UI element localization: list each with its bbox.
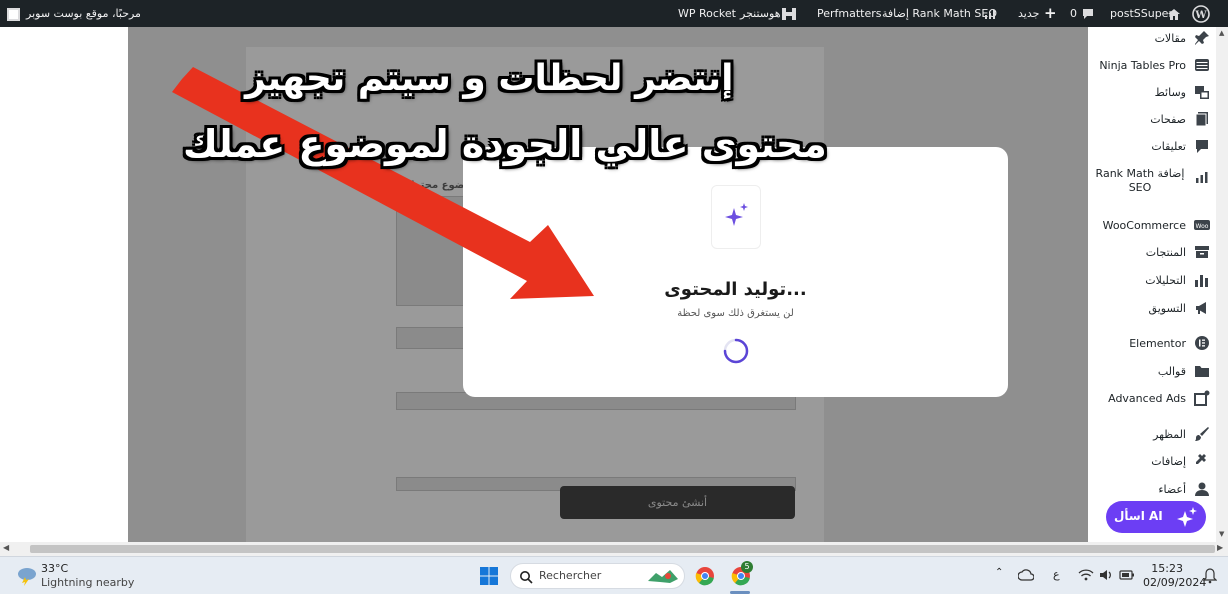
sidebar-item-analytics[interactable]: التحليلات (1088, 272, 1216, 290)
sidebar-item-products[interactable]: المنتجات (1088, 244, 1216, 262)
sidebar-item-label: قوالب (1157, 365, 1186, 378)
sidebar-item-label: Elementor (1129, 337, 1186, 350)
user-icon (1195, 482, 1209, 496)
svg-text:Woo: Woo (1196, 223, 1209, 230)
ask-ai-button[interactable]: اسأل AI (1106, 501, 1206, 533)
sidebar-item-label: أعضاء (1158, 483, 1186, 496)
elementor-icon (1195, 336, 1209, 350)
volume-icon[interactable] (1099, 569, 1115, 581)
sidebar-item-comments[interactable]: تعليقات (1088, 138, 1216, 156)
sidebar-item-posts[interactable]: مقالات (1088, 30, 1216, 48)
notification-bell-icon[interactable] (1203, 568, 1217, 584)
admin-sidebar: مقالات Ninja Tables Pro وسائط صفحات تعلي… (1088, 27, 1216, 542)
ads-icon (1194, 390, 1210, 406)
clock-date[interactable]: 02/09/2024 (1143, 576, 1206, 589)
vertical-scrollbar[interactable]: ▲ ▼ (1216, 27, 1228, 542)
taskbar-search-box[interactable]: Rechercher (510, 563, 685, 589)
sidebar-item-label: Advanced Ads (1108, 392, 1186, 405)
comment-icon (1196, 140, 1208, 153)
search-highlight-icon (648, 570, 678, 583)
sidebar-item-marketing[interactable]: التسويق (1088, 300, 1216, 318)
weather-temperature[interactable]: 33°C (41, 562, 68, 575)
horizontal-scroll-thumb[interactable] (30, 545, 1215, 553)
pin-icon (1195, 31, 1209, 45)
sidebar-item-label: إضافة Rank Math SEO (1095, 167, 1185, 194)
sidebar-item-label: WooCommerce (1102, 219, 1186, 232)
archive-icon (1195, 246, 1209, 258)
language-indicator[interactable]: ع (1053, 568, 1060, 581)
sparkle-icon (1177, 507, 1197, 527)
scroll-up-arrow-icon[interactable]: ▲ (1219, 29, 1224, 37)
chrome-badge: 5 (741, 561, 753, 573)
scroll-left-arrow-icon[interactable]: ◀ (3, 543, 9, 552)
overlay-caption-line1: إنتضر لحظات و سيتم تجهيز (245, 58, 734, 99)
chrome-icon[interactable] (695, 566, 715, 586)
sidebar-item-pages[interactable]: صفحات (1088, 111, 1216, 129)
sidebar-item-label: مقالات (1154, 32, 1186, 45)
sidebar-item-advanced-ads[interactable]: Advanced Ads (1088, 390, 1216, 408)
search-icon (520, 571, 533, 584)
media-icon (1195, 86, 1209, 99)
sidebar-item-media[interactable]: وسائط (1088, 84, 1216, 102)
sidebar-item-label: Ninja Tables Pro (1099, 59, 1186, 72)
weather-description[interactable]: Lightning nearby (41, 576, 134, 589)
onedrive-cloud-icon[interactable] (1018, 569, 1034, 581)
battery-icon[interactable] (1119, 569, 1135, 581)
sidebar-item-users[interactable]: أعضاء (1088, 481, 1216, 499)
plugin-icon (1196, 454, 1206, 464)
table-icon (1195, 59, 1209, 71)
overlay-caption-line2: محتوى عالي الجودة لموضوع عملك (183, 122, 827, 166)
sidebar-item-appearance[interactable]: المظهر (1088, 426, 1216, 444)
pages-icon (1195, 112, 1208, 127)
search-placeholder: Rechercher (539, 569, 602, 582)
scroll-right-arrow-icon[interactable]: ▶ (1217, 543, 1223, 552)
ask-ai-label: اسأل AI (1114, 509, 1163, 523)
sidebar-item-label: إضافات (1151, 455, 1186, 468)
woo-icon: Woo (1194, 220, 1210, 230)
clock-time[interactable]: 15:23 (1145, 562, 1183, 575)
sidebar-item-label: وسائط (1154, 86, 1186, 99)
sidebar-item-label: المنتجات (1145, 246, 1186, 259)
sidebar-item-label: التحليلات (1145, 274, 1186, 287)
wifi-icon[interactable] (1078, 569, 1094, 581)
bar-chart-icon (1195, 275, 1208, 287)
sidebar-item-label: المظهر (1153, 428, 1186, 441)
horizontal-scrollbar[interactable]: ◀ ▶ (0, 542, 1228, 556)
sidebar-item-templates[interactable]: قوالب (1088, 363, 1216, 381)
sidebar-item-label: تعليقات (1151, 140, 1186, 153)
sidebar-item-label: التسويق (1148, 302, 1186, 315)
megaphone-icon (1196, 302, 1206, 314)
weather-storm-icon[interactable] (14, 566, 38, 586)
folder-icon (1195, 366, 1209, 377)
sidebar-item-rank-math[interactable]: إضافة Rank Math SEO (1088, 167, 1216, 197)
scroll-down-arrow-icon[interactable]: ▼ (1219, 530, 1224, 538)
chart-icon (1196, 172, 1208, 183)
sidebar-item-elementor[interactable]: Elementor (1088, 335, 1216, 353)
sidebar-item-woocommerce[interactable]: Woo WooCommerce (1088, 217, 1216, 235)
brush-icon (1195, 427, 1209, 441)
windows-taskbar: 33°C Lightning nearby Rechercher 5 ⌃ ع 1… (0, 556, 1228, 594)
chevron-up-icon[interactable]: ⌃ (995, 567, 1003, 578)
sidebar-item-label: صفحات (1150, 113, 1186, 126)
screen: مرحبًا، موقع بوست سوبر WP Rocket هوستنجر… (0, 0, 1228, 594)
windows-start-icon[interactable] (479, 566, 499, 586)
sidebar-item-plugins[interactable]: إضافات (1088, 453, 1216, 471)
sidebar-item-ninja-tables[interactable]: Ninja Tables Pro (1088, 57, 1216, 75)
